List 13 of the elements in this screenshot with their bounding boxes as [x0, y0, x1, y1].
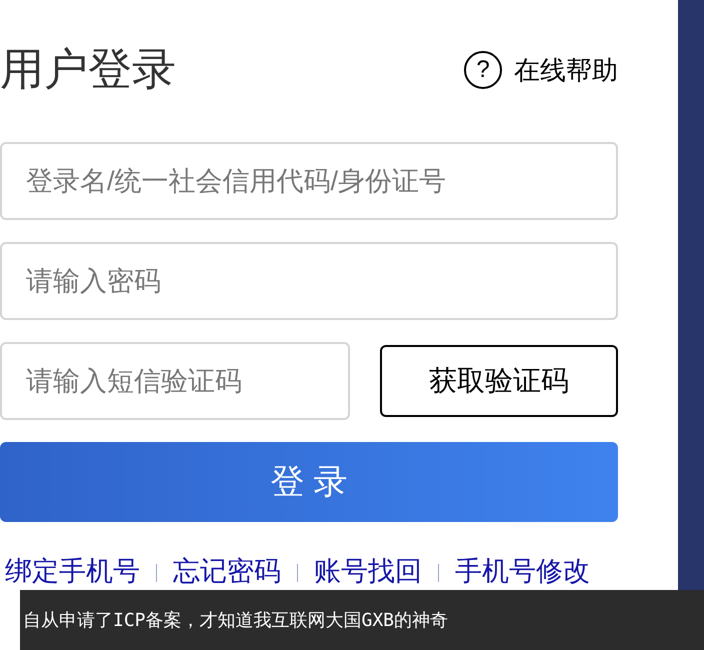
help-link[interactable]: ? 在线帮助	[464, 50, 618, 90]
footer-link[interactable]: 绑定手机号	[0, 556, 140, 586]
footer-link[interactable]: 忘记密码	[173, 556, 281, 586]
username-field[interactable]: 登录名/统一社会信用代码/身份证号	[0, 142, 618, 220]
footer-link[interactable]: 手机号修改	[455, 556, 590, 586]
footer-link[interactable]: 账号找回	[314, 556, 422, 586]
sms-code-field[interactable]: 请输入短信验证码	[0, 342, 350, 420]
page-title: 用户登录	[0, 48, 176, 92]
caption-text: 自从申请了ICP备案，才知道我互联网大国GXB的神奇	[23, 608, 448, 632]
help-icon: ?	[464, 51, 502, 89]
get-code-button[interactable]: 获取验证码	[380, 345, 618, 417]
login-button[interactable]: 登 录	[0, 442, 618, 522]
password-field[interactable]: 请输入密码	[0, 242, 618, 320]
